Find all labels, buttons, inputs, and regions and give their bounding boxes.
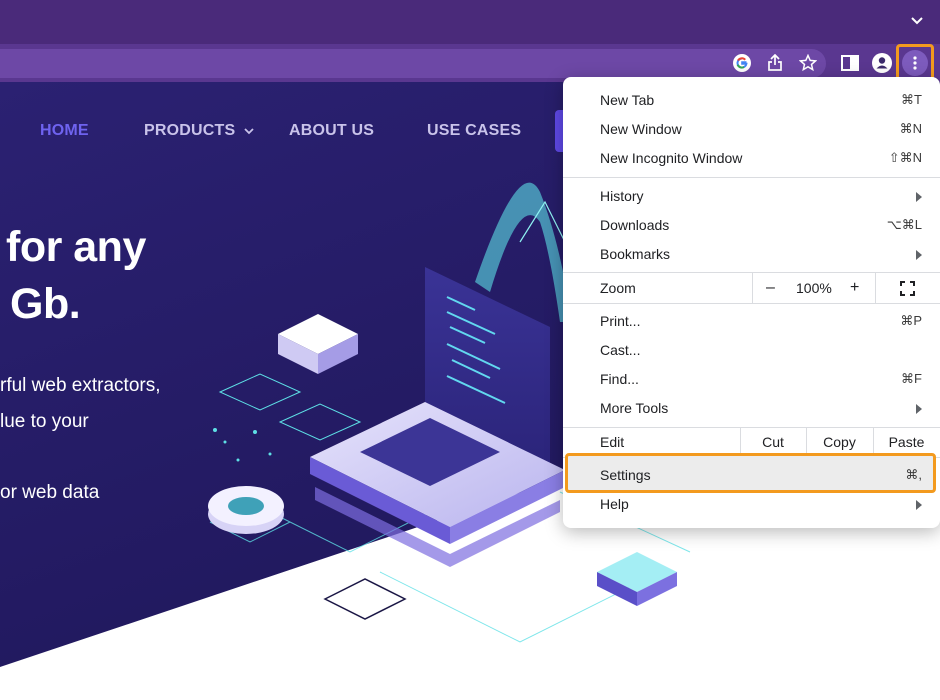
side-panel-icon[interactable] [840, 53, 860, 73]
zoom-level: 100% [796, 280, 832, 296]
menu-item-print[interactable]: Print... ⌘P [563, 307, 940, 336]
menu-item-label: Settings [600, 467, 651, 483]
menu-shortcut: ⌘N [899, 121, 922, 136]
chevron-down-icon[interactable] [910, 14, 924, 28]
menu-shortcut: ⇧⌘N [888, 150, 922, 165]
chevron-down-icon [244, 128, 254, 135]
nav-about-us[interactable]: ABOUT US [289, 122, 374, 140]
submenu-arrow-icon [916, 500, 922, 510]
hero-text-line3: or web data [0, 482, 100, 503]
menu-item-bookmarks[interactable]: Bookmarks [563, 240, 940, 269]
hero-text-line2: lue to your [0, 411, 89, 432]
nav-use-cases[interactable]: USE CASES [427, 122, 521, 140]
nav-products[interactable]: PRODUCTS [144, 122, 254, 140]
menu-item-more-tools[interactable]: More Tools [563, 394, 940, 423]
menu-item-label: Print... [600, 313, 641, 329]
nav-products-label: PRODUCTS [144, 122, 236, 139]
menu-item-label: History [600, 188, 644, 204]
menu-separator [563, 303, 940, 304]
hero-text-line1: rful web extractors, [0, 375, 161, 396]
menu-item-new-tab[interactable]: New Tab ⌘T [563, 86, 940, 115]
chrome-menu: New Tab ⌘T New Window ⌘N New Incognito W… [563, 77, 940, 528]
menu-item-label: New Incognito Window [600, 150, 743, 166]
menu-item-label: Cast... [600, 342, 641, 358]
menu-shortcut: ⌘T [901, 92, 922, 107]
zoom-label: Zoom [600, 280, 636, 296]
tab-strip [0, 0, 940, 44]
menu-item-label: New Window [600, 121, 682, 137]
cut-button[interactable]: Cut [740, 434, 806, 450]
kebab-menu-icon [913, 56, 917, 70]
google-icon[interactable] [732, 53, 752, 73]
menu-item-help[interactable]: Help [563, 490, 940, 519]
menu-separator [563, 177, 940, 178]
zoom-in-button[interactable]: + [850, 279, 859, 297]
menu-item-history[interactable]: History [563, 182, 940, 211]
menu-item-label: New Tab [600, 92, 655, 108]
submenu-arrow-icon [916, 404, 922, 414]
menu-zoom-row: Zoom – 100% + [563, 273, 940, 303]
nav-home[interactable]: HOME [40, 122, 89, 140]
menu-item-label: Find... [600, 371, 639, 387]
zoom-out-button[interactable]: – [766, 279, 775, 297]
menu-item-label: More Tools [600, 400, 669, 416]
copy-button[interactable]: Copy [806, 434, 873, 450]
menu-item-settings[interactable]: Settings ⌘, [563, 461, 940, 490]
submenu-arrow-icon [916, 192, 922, 202]
menu-item-label: Bookmarks [600, 246, 671, 262]
hero-heading-line2: Gb. [10, 280, 81, 328]
submenu-arrow-icon [916, 250, 922, 260]
menu-item-label: Help [600, 496, 629, 512]
menu-item-label: Downloads [600, 217, 670, 233]
menu-shortcut: ⌘P [900, 313, 922, 328]
menu-item-new-window[interactable]: New Window ⌘N [563, 115, 940, 144]
profile-icon[interactable] [872, 53, 892, 73]
menu-shortcut: ⌥⌘L [886, 217, 922, 232]
bookmark-star-icon[interactable] [798, 53, 818, 73]
edit-label: Edit [600, 434, 625, 450]
paste-button[interactable]: Paste [873, 434, 940, 450]
menu-shortcut: ⌘, [905, 467, 922, 482]
menu-shortcut: ⌘F [901, 371, 922, 386]
menu-item-new-incognito-window[interactable]: New Incognito Window ⇧⌘N [563, 144, 940, 173]
menu-item-find[interactable]: Find... ⌘F [563, 365, 940, 394]
hero-heading-line1: for any [6, 223, 146, 271]
share-icon[interactable] [765, 53, 785, 73]
fullscreen-icon[interactable] [900, 281, 915, 296]
menu-item-downloads[interactable]: Downloads ⌥⌘L [563, 211, 940, 240]
menu-item-cast[interactable]: Cast... [563, 336, 940, 365]
address-bar[interactable] [0, 49, 826, 78]
